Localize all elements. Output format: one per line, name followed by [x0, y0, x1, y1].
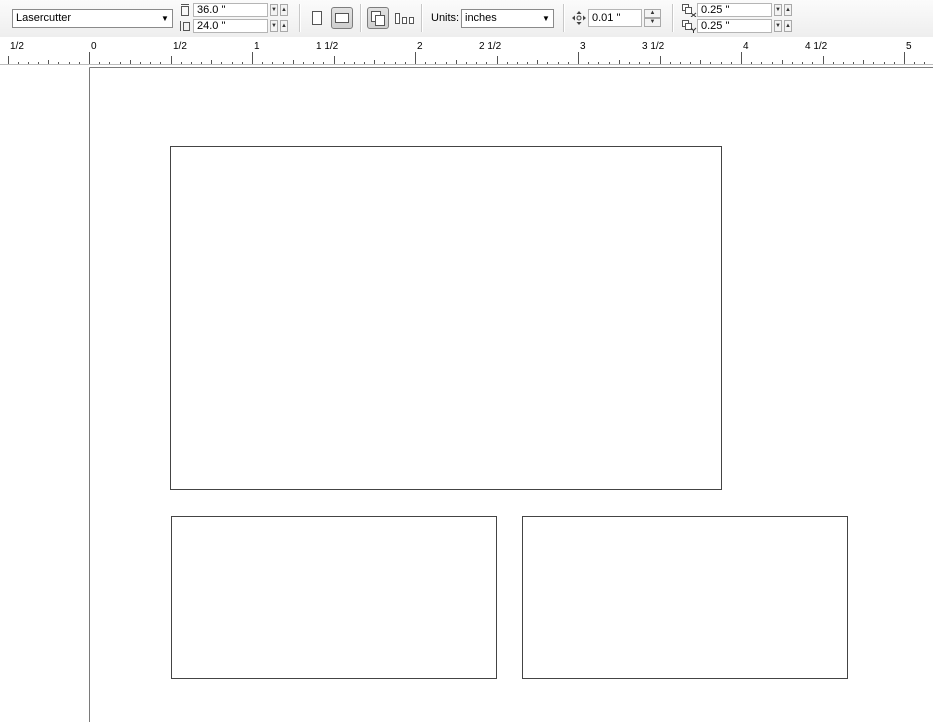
ruler-label: 1/2	[10, 41, 24, 52]
page-height-decrement[interactable]: ▼	[270, 20, 278, 32]
property-bar: Lasercutter ▼ 36.0 " ▼ ▲ 24.0 " ▼ ▲ Unit…	[0, 0, 933, 38]
portrait-icon	[312, 11, 322, 25]
ruler-label: 3	[580, 41, 586, 52]
page-width-icon	[181, 4, 189, 16]
page-height-value: 24.0 "	[197, 20, 226, 32]
toolbar-separator	[421, 4, 423, 32]
horizontal-ruler[interactable]: 1/2 0 1/2 1 1 1/2 2 2 1/2 3 3 1/2 4 4 1/2 5	[0, 37, 933, 65]
ruler-label: 3 1/2	[642, 41, 665, 52]
nudge-value: 0.01 "	[592, 12, 621, 24]
portrait-button[interactable]	[306, 7, 328, 29]
duplicate-y-icon	[682, 20, 697, 33]
duplicate-y-input[interactable]: 0.25 "	[697, 19, 772, 33]
preset-dropdown[interactable]: Lasercutter ▼	[12, 9, 173, 28]
duplicate-y-increment[interactable]: ▲	[784, 20, 792, 32]
units-value: inches	[465, 12, 497, 24]
ruler-label: 5	[906, 41, 912, 52]
ruler-label: 0	[91, 41, 97, 52]
current-page-button[interactable]	[393, 7, 415, 29]
drawing-canvas[interactable]	[0, 65, 933, 722]
current-page-icon	[395, 13, 414, 24]
page-height-input[interactable]: 24.0 "	[193, 19, 268, 33]
ruler-label: 1 1/2	[316, 41, 339, 52]
toolbar-separator	[563, 4, 565, 32]
all-pages-button[interactable]	[367, 7, 389, 29]
page-width-input[interactable]: 36.0 "	[193, 3, 268, 17]
duplicate-x-value: 0.25 "	[701, 4, 730, 16]
bottom-right-rectangle[interactable]	[522, 516, 848, 679]
duplicate-x-icon	[682, 4, 697, 17]
nudge-input[interactable]: 0.01 "	[588, 9, 642, 27]
preset-value: Lasercutter	[16, 12, 72, 24]
large-rectangle[interactable]	[170, 146, 722, 490]
landscape-button[interactable]	[331, 7, 353, 29]
duplicate-x-input[interactable]: 0.25 "	[697, 3, 772, 17]
duplicate-x-decrement[interactable]: ▼	[774, 4, 782, 16]
ruler-label: 1	[254, 41, 260, 52]
page-height-icon	[180, 21, 190, 31]
toolbar-separator	[299, 4, 301, 32]
nudge-increment[interactable]: ▲	[644, 9, 661, 18]
chevron-down-icon: ▼	[542, 14, 550, 23]
bottom-left-rectangle[interactable]	[171, 516, 497, 679]
units-label: Units:	[431, 12, 460, 24]
landscape-icon	[335, 13, 349, 23]
page-width-increment[interactable]: ▲	[280, 4, 288, 16]
page-width-value: 36.0 "	[197, 4, 226, 16]
chevron-down-icon: ▼	[161, 14, 169, 23]
ruler-label: 4 1/2	[805, 41, 828, 52]
nudge-decrement[interactable]: ▼	[644, 18, 661, 27]
page-width-decrement[interactable]: ▼	[270, 4, 278, 16]
toolbar-separator	[672, 4, 674, 32]
ruler-label: 2 1/2	[479, 41, 502, 52]
duplicate-y-decrement[interactable]: ▼	[774, 20, 782, 32]
canvas-svg	[89, 67, 933, 722]
page-height-increment[interactable]: ▲	[280, 20, 288, 32]
nudge-icon	[572, 11, 586, 25]
duplicate-x-increment[interactable]: ▲	[784, 4, 792, 16]
ruler-ticks: 1/2 0 1/2 1 1 1/2 2 2 1/2 3 3 1/2 4 4 1/2 5	[8, 41, 925, 64]
all-pages-icon	[371, 11, 385, 26]
ruler-label: 1/2	[173, 41, 187, 52]
toolbar-separator	[360, 4, 362, 32]
ruler-label: 4	[743, 41, 749, 52]
ruler-label: 2	[417, 41, 423, 52]
units-dropdown[interactable]: inches ▼	[461, 9, 554, 28]
duplicate-y-value: 0.25 "	[701, 20, 730, 32]
